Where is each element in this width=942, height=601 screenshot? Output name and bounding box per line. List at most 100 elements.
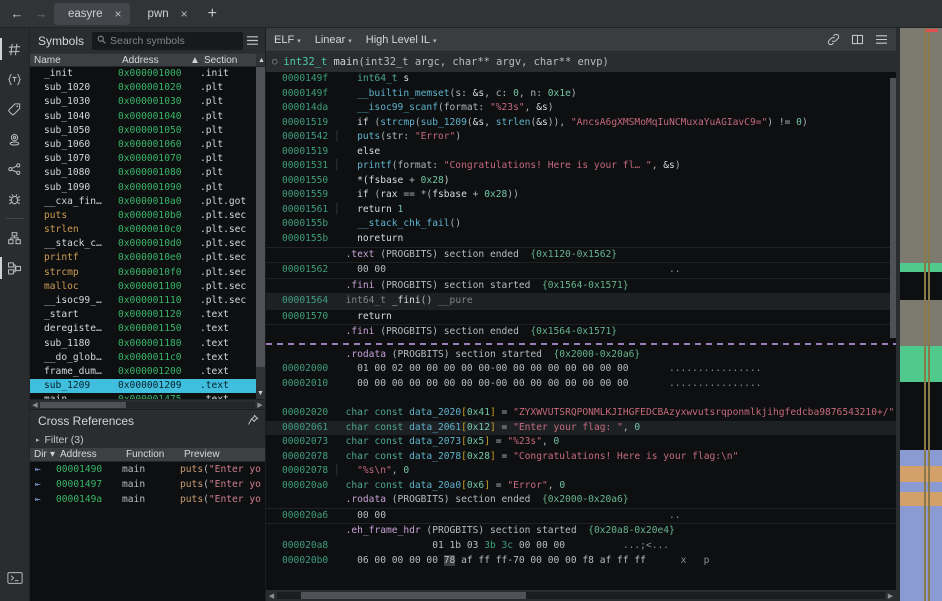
symbol-row[interactable]: sub_1020 0x000001020 .plt: [30, 81, 265, 95]
new-tab-button[interactable]: +: [200, 5, 225, 23]
il-level-dropdown[interactable]: High Level IL ▾: [366, 34, 437, 46]
symbol-row[interactable]: sub_1090 0x000001090 .plt: [30, 181, 265, 195]
code-line[interactable]: 00001559 if (rax == *(fsbase + 0x28)): [266, 188, 896, 203]
code-line[interactable]: 00001550 *(fsbase + 0x28): [266, 174, 896, 189]
column-address[interactable]: Address: [56, 448, 122, 461]
layout-dropdown[interactable]: Linear ▾: [315, 34, 352, 46]
symbols-scroll-down-arrow[interactable]: ▼: [256, 388, 265, 399]
symbol-row[interactable]: sub_1050 0x000001050 .plt: [30, 124, 265, 138]
console-icon[interactable]: [2, 563, 28, 593]
code-line[interactable]: 000020b0 06 00 00 00 00 78 af ff ff-70 0…: [266, 554, 896, 569]
link-icon[interactable]: [827, 33, 840, 46]
symbols-vscrollbar[interactable]: ▼: [256, 67, 265, 399]
function-name[interactable]: main: [333, 56, 358, 68]
column-dir[interactable]: Dir: [30, 448, 50, 461]
scroll-track[interactable]: [277, 592, 885, 599]
debugger-icon[interactable]: [2, 184, 28, 214]
code-line[interactable]: .fini (PROGBITS) section ended {0x1564-0…: [266, 325, 896, 340]
xref-row[interactable]: ⇤ 00001490 main puts("Enter yo: [30, 462, 265, 477]
symbols-hscrollbar[interactable]: ◀ ▶: [30, 399, 265, 409]
code-line[interactable]: 00001562 00 00 ..: [266, 263, 896, 278]
triage-icon[interactable]: [0, 253, 28, 283]
symbol-row[interactable]: sub_1030 0x000001030 .plt: [30, 95, 265, 109]
xref-filter[interactable]: ▸ Filter (3): [30, 432, 265, 448]
column-section[interactable]: Section: [200, 54, 256, 66]
code-line[interactable]: 000020a0 char const data_20a0[0x6] = "Er…: [266, 479, 896, 494]
code-line[interactable]: 000014da __isoc99_scanf(format: "%23s", …: [266, 101, 896, 116]
symbol-row[interactable]: sub_1040 0x000001040 .plt: [30, 110, 265, 124]
symbol-row[interactable]: frame_dum… 0x000001200 .text: [30, 365, 265, 379]
column-preview[interactable]: Preview: [180, 448, 265, 461]
symbol-row[interactable]: __stack_c… 0x0000010d0 .plt.sec: [30, 237, 265, 251]
code-line[interactable]: 00002000 01 00 02 00 00 00 00 00-00 00 0…: [266, 362, 896, 377]
scroll-left-arrow[interactable]: ◀: [266, 592, 277, 600]
symbol-row[interactable]: __isoc99_… 0x000001110 .plt.sec: [30, 294, 265, 308]
tab-easyre[interactable]: easyre ×: [54, 2, 130, 25]
code-line[interactable]: 0000155b noreturn: [266, 232, 896, 247]
code-line[interactable]: 0000149f int64_t s: [266, 72, 896, 87]
symbol-row[interactable]: puts 0x0000010b0 .plt.sec: [30, 209, 265, 223]
column-function[interactable]: Function: [122, 448, 180, 461]
code-line[interactable]: .eh_frame_hdr (PROGBITS) section started…: [266, 524, 896, 539]
forward-arrow-icon[interactable]: →: [30, 3, 52, 25]
view-type-dropdown[interactable]: ELF ▾: [274, 34, 301, 46]
symbol-row[interactable]: _init 0x000001000 .init: [30, 67, 265, 81]
symbols-scroll-up-arrow[interactable]: ▲: [256, 54, 265, 66]
code-line[interactable]: .rodata (PROGBITS) section started {0x20…: [266, 348, 896, 363]
symbol-row[interactable]: sub_1180 0x000001180 .text: [30, 337, 265, 351]
symbols-list[interactable]: _init 0x000001000 .init sub_1020 0x000001020…: [30, 67, 265, 399]
xref-row[interactable]: ⇤ 0000149a main puts("Enter yo: [30, 492, 265, 507]
memory-map-icon[interactable]: [2, 124, 28, 154]
code-line[interactable]: 00001564 int64_t _fini() __pure: [266, 294, 896, 309]
code-line[interactable]: 00001519 else: [266, 145, 896, 160]
disassembly-code-view[interactable]: 0000149f int64_t s 0000149f __builtin_mem…: [266, 72, 896, 590]
minimap-canvas[interactable]: [900, 28, 942, 601]
search-input[interactable]: Search symbols: [92, 31, 243, 50]
graph-icon[interactable]: [2, 154, 28, 184]
code-line[interactable]: 00002010 00 00 00 00 00 00 00 00-00 00 0…: [266, 377, 896, 392]
code-line[interactable]: 00001531 │ printf(format: "Congratulation…: [266, 159, 896, 174]
close-icon[interactable]: ×: [181, 8, 188, 20]
column-name[interactable]: Name: [30, 54, 118, 66]
code-line[interactable]: 00002061 char const data_2061[0x12] = "E…: [266, 420, 896, 436]
back-arrow-icon[interactable]: ←: [6, 3, 28, 25]
scroll-right-arrow[interactable]: ▶: [255, 401, 265, 409]
code-line[interactable]: 00001519 if (strcmp(sub_1209(&s, strlen(…: [266, 116, 896, 131]
code-line[interactable]: 00001570 return: [266, 310, 896, 325]
column-address[interactable]: Address: [118, 54, 186, 66]
types-icon[interactable]: [2, 64, 28, 94]
code-line[interactable]: .text (PROGBITS) section ended {0x1120-0…: [266, 248, 896, 263]
symbol-row[interactable]: deregiste… 0x000001150 .text: [30, 322, 265, 336]
symbol-row[interactable]: __do_glob… 0x0000011c0 .text: [30, 351, 265, 365]
close-icon[interactable]: ×: [115, 8, 122, 20]
symbol-row[interactable]: printf 0x0000010e0 .plt.sec: [30, 251, 265, 265]
symbol-row[interactable]: _start 0x000001120 .text: [30, 308, 265, 322]
symbol-row[interactable]: sub_1080 0x000001080 .plt: [30, 166, 265, 180]
scroll-thumb[interactable]: [301, 592, 527, 599]
tags-icon[interactable]: [2, 94, 28, 124]
stack-view-icon[interactable]: [2, 223, 28, 253]
scroll-track[interactable]: [40, 401, 255, 408]
minimap-overview[interactable]: [896, 28, 942, 601]
symbol-row[interactable]: strlen 0x0000010c0 .plt.sec: [30, 223, 265, 237]
code-line[interactable]: 00001542 │ puts(str: "Error"): [266, 130, 896, 145]
minimap-cursor[interactable]: [926, 29, 938, 32]
symbol-row[interactable]: sub_1209 0x000001209 .text: [30, 379, 265, 394]
tab-pwn[interactable]: pwn ×: [134, 3, 196, 25]
scroll-left-arrow[interactable]: ◀: [30, 401, 40, 409]
code-line[interactable]: 0000155b __stack_chk_fail(): [266, 217, 896, 232]
code-line[interactable]: 000020a6 00 00 ..: [266, 509, 896, 524]
symbol-row[interactable]: sub_1070 0x000001070 .plt: [30, 152, 265, 166]
collapse-circle-icon[interactable]: ○: [272, 57, 277, 67]
hamburger-icon[interactable]: [243, 32, 261, 50]
options-menu-icon[interactable]: [875, 34, 888, 45]
symbol-row[interactable]: strcmp 0x0000010f0 .plt.sec: [30, 266, 265, 280]
symbol-row[interactable]: sub_1060 0x000001060 .plt: [30, 138, 265, 152]
hex-byte-selected[interactable]: 78: [443, 554, 456, 566]
symbols-icon[interactable]: [0, 34, 28, 64]
xref-row[interactable]: ⇤ 00001497 main puts("Enter yo: [30, 477, 265, 492]
symbol-row[interactable]: main0x000001475.text: [30, 393, 265, 399]
code-line[interactable]: 000020a8 01 1b 03 3b 3c 00 00 00 ...;<..…: [266, 539, 896, 554]
code-hscrollbar[interactable]: ◀ ▶: [266, 590, 896, 601]
symbols-vscroll-thumb[interactable]: [256, 67, 265, 367]
